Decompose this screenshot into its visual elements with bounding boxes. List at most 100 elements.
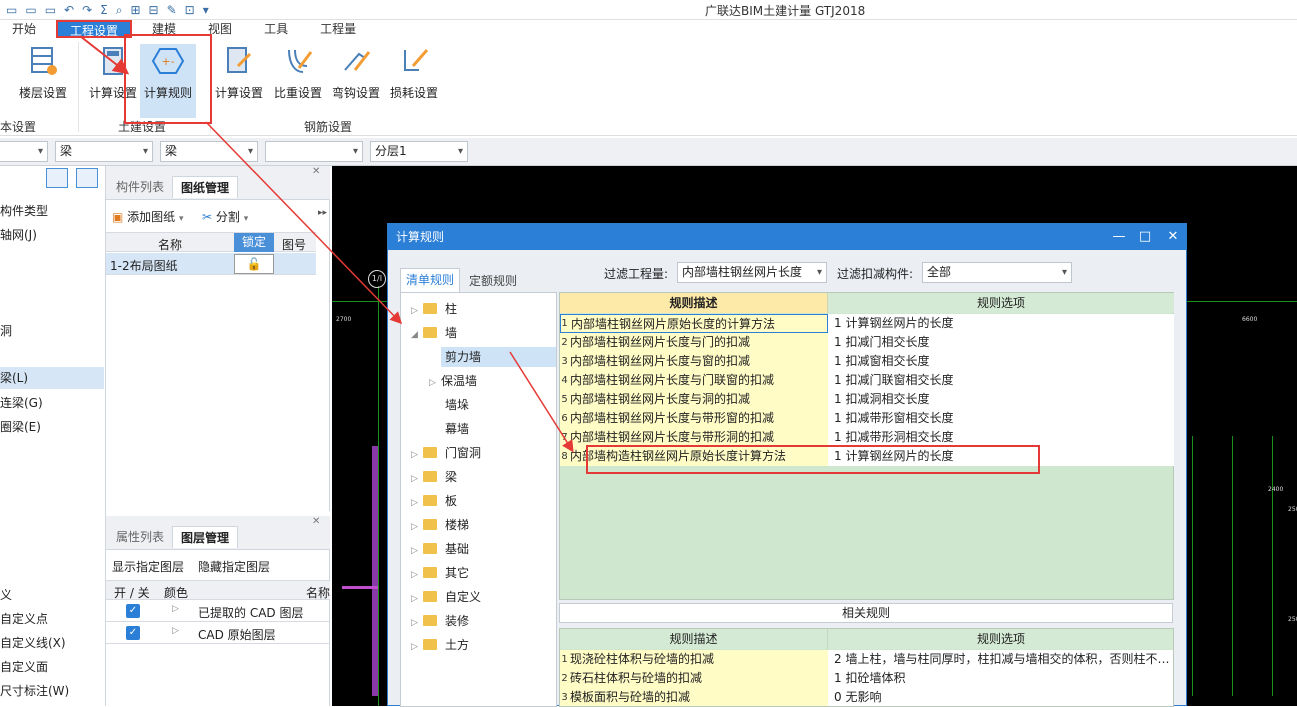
find-icon[interactable]: ⌕	[116, 3, 123, 18]
tree-node-column[interactable]: ▷ 柱	[411, 299, 457, 319]
close-icon[interactable]: ✕	[1160, 224, 1186, 250]
tree-node-wall[interactable]: ◢ 墙	[411, 323, 457, 343]
tree-node-curtain-wall[interactable]: 幕墙	[445, 419, 469, 439]
tree-node-foundation[interactable]: ▷ 基础	[411, 539, 469, 559]
expand-icon[interactable]: ▷	[172, 626, 179, 636]
tab-start[interactable]: 开始	[0, 20, 48, 38]
tree-node-door-window[interactable]: ▷ 门窗洞	[411, 443, 481, 463]
col-layer-name: 名称	[306, 586, 331, 600]
filter-quantity-select[interactable]: 内部墙柱钢丝网片长度	[677, 262, 827, 283]
table-row[interactable]: 模板面积与砼墙的扣减 3 0 无影响	[560, 688, 1173, 706]
tab-property-list[interactable]: 属性列表	[108, 526, 172, 548]
more-icon[interactable]: ▸▸	[318, 208, 327, 218]
nav-item-component-type[interactable]: 构件类型	[0, 202, 48, 219]
chevron-down-icon[interactable]: ▾	[203, 3, 209, 17]
type-combo[interactable]: 梁	[160, 141, 258, 162]
nav-item-opening[interactable]: 洞	[0, 322, 12, 339]
nav-item-custom[interactable]: 义	[0, 586, 12, 603]
density-settings-button[interactable]: 比重设置	[265, 44, 331, 118]
add-drawing-button[interactable]: ▣ 添加图纸 ▾	[112, 208, 184, 225]
close-icon[interactable]: ✕	[312, 516, 320, 527]
component-combo[interactable]	[265, 141, 363, 162]
table-row[interactable]: 内部墙柱钢丝网片原始长度的计算方法 1 1 计算钢丝网片的长度	[560, 314, 1174, 333]
nav-item-coupling-beam[interactable]: 连梁(G)	[0, 394, 43, 411]
tab-component-list[interactable]: 构件列表	[108, 176, 172, 198]
table-row[interactable]: 现浇砼柱体积与砼墙的扣减 1 2 墙上柱，墙与柱同厚时，柱扣减与墙相交的体积，否则柱…	[560, 650, 1173, 669]
category-combo[interactable]: 梁	[55, 141, 153, 162]
tree-node-custom[interactable]: ▷ 自定义	[411, 587, 481, 607]
loss-settings-button[interactable]: 损耗设置	[381, 44, 447, 118]
table-row[interactable]: 内部墙柱钢丝网片长度与门联窗的扣减 4 1 扣减门联窗相交长度	[560, 371, 1174, 390]
tab-tools[interactable]: 工具	[252, 20, 300, 38]
nav-item-axis[interactable]: 轴网(J)	[0, 226, 37, 243]
nav-item-dimension[interactable]: 尺寸标注(W)	[0, 682, 69, 699]
basic-info-button[interactable]: 息	[0, 44, 10, 118]
tab-quota-rules[interactable]: 定额规则	[462, 270, 524, 292]
table-row[interactable]: 内部墙柱钢丝网片长度与洞的扣减 5 1 扣减洞相交长度	[560, 390, 1174, 409]
table-icon[interactable]: ⊟	[149, 3, 159, 17]
table-row[interactable]: ✓ ▷ CAD 原始图层	[106, 623, 330, 644]
nav-item-custom-point[interactable]: 自定义点	[0, 610, 48, 627]
maximize-icon[interactable]: □	[1132, 224, 1158, 250]
tree-node-wall-pier[interactable]: 墙垛	[445, 395, 469, 415]
new-icon[interactable]: ▭	[6, 3, 17, 17]
tree-node-earthwork[interactable]: ▷ 土方	[411, 635, 469, 655]
hook-settings-button[interactable]: 弯钩设置	[323, 44, 389, 118]
nav-item-ring-beam[interactable]: 圈梁(E)	[0, 418, 41, 435]
floor-combo[interactable]	[0, 141, 48, 162]
filter-deduct-select[interactable]: 全部	[922, 262, 1072, 283]
redo-icon[interactable]: ↷	[82, 3, 92, 17]
tree-node-shear-wall[interactable]: 剪力墙	[441, 347, 556, 367]
layer-checkbox[interactable]: ✓	[126, 604, 140, 618]
nav-item-beam[interactable]: 梁(L)	[0, 367, 104, 389]
layer-combo[interactable]: 分层1	[370, 141, 468, 162]
nav-item-custom-line[interactable]: 自定义线(X)	[0, 634, 66, 651]
table-row[interactable]: 砖石柱体积与砼墙的扣减 2 1 扣砼墙体积	[560, 669, 1173, 688]
expand-icon[interactable]: ▷	[172, 604, 179, 614]
split-button[interactable]: ✂ 分割 ▾	[202, 208, 248, 225]
col-lock[interactable]: 锁定	[234, 233, 274, 252]
tree-node-decoration[interactable]: ▷ 装修	[411, 611, 469, 631]
table-row[interactable]: 1-2布局图纸 🔓	[106, 253, 316, 275]
show-layer-button[interactable]: 显示指定图层	[112, 558, 184, 575]
tab-layer-management[interactable]: 图层管理	[172, 526, 239, 548]
tab-project-settings[interactable]: 工程设置	[56, 20, 133, 38]
nav-item-custom-area[interactable]: 自定义面	[0, 658, 48, 675]
grid-icon[interactable]: ⊞	[130, 3, 140, 17]
hide-layer-button[interactable]: 隐藏指定图层	[198, 558, 270, 575]
tab-drawing-management[interactable]: 图纸管理	[172, 176, 239, 198]
rebar-calc-settings-button[interactable]: 计算设置	[206, 44, 272, 118]
floor-settings-button[interactable]: 楼层设置	[10, 44, 76, 118]
lock-icon[interactable]: 🔓	[234, 254, 274, 274]
table-row[interactable]: 内部墙柱钢丝网片长度与带形窗的扣减 6 1 扣减带形窗相交长度	[560, 409, 1174, 428]
hook-settings-icon	[344, 51, 371, 71]
close-icon[interactable]: ✕	[312, 166, 320, 177]
split-label: 分割	[215, 210, 240, 224]
tree-node-beam[interactable]: ▷ 梁	[411, 467, 457, 487]
axis-bubble: 1/I	[368, 270, 386, 288]
grid-view-icon[interactable]	[76, 168, 98, 188]
tab-quantities[interactable]: 工程量	[308, 20, 368, 38]
hook-settings-label: 弯钩设置	[331, 86, 380, 100]
sum-icon[interactable]: Σ	[100, 3, 108, 17]
save-icon[interactable]: ▭	[45, 3, 56, 17]
wall-segment	[342, 586, 378, 589]
tree-node-slab[interactable]: ▷ 板	[411, 491, 457, 511]
layer-name: CAD 原始图层	[198, 628, 276, 642]
table-row[interactable]: 内部墙柱钢丝网片长度与门的扣减 2 1 扣减门相交长度	[560, 333, 1174, 352]
undo-icon[interactable]: ↶	[64, 3, 74, 17]
layer-checkbox[interactable]: ✓	[126, 626, 140, 640]
tree-node-insulation-wall[interactable]: ▷ 保温墙	[429, 371, 477, 391]
minimize-icon[interactable]: —	[1106, 224, 1132, 250]
table-row[interactable]: 内部墙柱钢丝网片长度与窗的扣减 3 1 扣减窗相交长度	[560, 352, 1174, 371]
window-icon[interactable]: ⊡	[185, 3, 195, 17]
tab-bill-rules[interactable]: 清单规则	[400, 268, 460, 292]
tree-node-stairs[interactable]: ▷ 楼梯	[411, 515, 469, 535]
density-settings-icon	[288, 49, 313, 73]
loss-settings-icon	[404, 49, 429, 71]
pencil-icon[interactable]: ✎	[167, 3, 177, 17]
tree-node-other[interactable]: ▷ 其它	[411, 563, 469, 583]
list-view-icon[interactable]	[46, 168, 68, 188]
open-icon[interactable]: ▭	[25, 3, 36, 17]
table-row[interactable]: ✓ ▷ 已提取的 CAD 图层	[106, 601, 330, 622]
